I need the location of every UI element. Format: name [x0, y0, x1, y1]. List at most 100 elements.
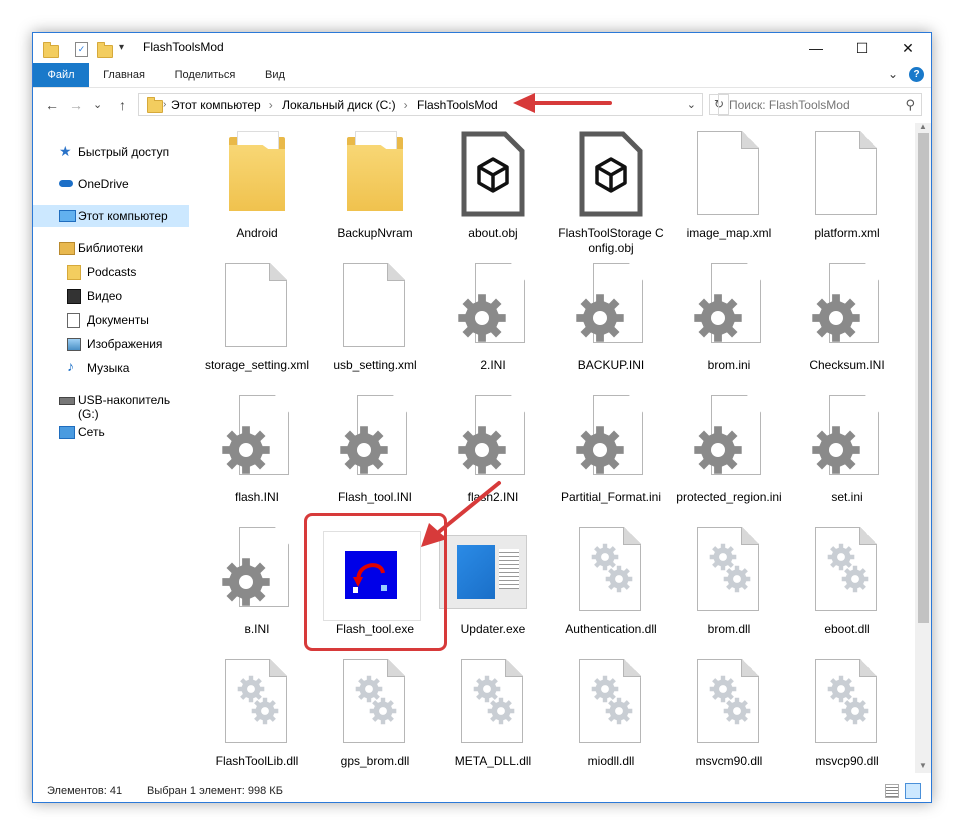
tab-file[interactable]: Файл	[33, 63, 89, 87]
document-icon	[343, 263, 407, 349]
settings-gear-icon	[812, 395, 879, 481]
tab-share[interactable]: Поделиться	[163, 63, 247, 87]
file-item-gps-brom-dll[interactable]: gps_brom.dll	[319, 651, 431, 773]
file-name-label: Authentication.dll	[565, 622, 657, 636]
file-item-eboot-dll[interactable]: eboot.dll	[791, 519, 903, 647]
file-item-meta-dll-dll[interactable]: META_DLL.dll	[437, 651, 549, 773]
settings-gear-icon	[694, 395, 761, 481]
file-name-label: brom.dll	[707, 622, 751, 636]
folder-icon	[67, 265, 81, 280]
back-button[interactable]: ←	[45, 97, 59, 113]
sidebar-item-pictures[interactable]: Изображения	[33, 333, 189, 355]
file-name-label: brom.ini	[707, 358, 751, 372]
annotation-arrow-icon	[421, 481, 501, 547]
sidebar-item-music[interactable]: ♪ Музыка	[33, 357, 189, 379]
file-item-partitial-format-ini[interactable]: Partitial_Format.ini	[555, 387, 667, 515]
file-item-flashtoolstorage-config-obj[interactable]: FlashToolStorage Config.obj	[555, 123, 667, 255]
up-button[interactable]: ↑	[119, 97, 126, 113]
sidebar-item-label: Podcasts	[87, 265, 137, 279]
search-input[interactable]	[727, 97, 901, 113]
large-icons-view-icon[interactable]	[905, 783, 921, 799]
sidebar-item-usb-drive[interactable]: USB-накопитель (G:)	[33, 389, 189, 421]
sidebar-item-network[interactable]: Сеть	[33, 421, 189, 443]
sidebar-item-libraries[interactable]: Библиотеки	[33, 237, 189, 259]
search-box[interactable]: ⚲	[718, 93, 922, 116]
settings-gear-icon	[340, 395, 407, 481]
file-item-ini[interactable]: в.INI	[201, 519, 313, 647]
help-icon[interactable]: ?	[909, 67, 924, 82]
file-item-platform-xml[interactable]: platform.xml	[791, 123, 903, 251]
file-name-label: eboot.dll	[824, 622, 870, 636]
file-item-authentication-dll[interactable]: Authentication.dll	[555, 519, 667, 647]
scrollbar-thumb[interactable]	[918, 133, 929, 623]
file-name-label: storage_setting.xml	[204, 358, 310, 372]
minimize-button[interactable]: —	[793, 33, 839, 63]
file-item-flashtoollib-dll[interactable]: FlashToolLib.dll	[201, 651, 313, 773]
file-item-backupnvram[interactable]: BackupNvram	[319, 123, 431, 251]
file-item-about-obj[interactable]: about.obj	[437, 123, 549, 251]
file-item-backup-ini[interactable]: BACKUP.INI	[555, 255, 667, 383]
tab-home[interactable]: Главная	[91, 63, 157, 87]
sidebar-item-this-pc[interactable]: Этот компьютер	[33, 205, 189, 227]
recent-locations-button[interactable]: ⌄	[93, 98, 102, 111]
sidebar-item-label: OneDrive	[78, 177, 129, 191]
file-item-2-ini[interactable]: 2.INI	[437, 255, 549, 383]
dll-gears-icon	[697, 527, 761, 613]
ribbon-collapse-icon[interactable]: ⌄	[888, 67, 898, 81]
computer-icon	[59, 210, 76, 222]
file-name-label: image_map.xml	[686, 226, 772, 240]
scroll-down-icon[interactable]: ▼	[919, 761, 927, 770]
new-folder-icon[interactable]	[97, 42, 113, 58]
address-bar[interactable]: › Этот компьютер › Локальный диск (C:) › F…	[138, 93, 703, 116]
tab-view[interactable]: Вид	[255, 63, 295, 87]
annotation-arrow-icon	[513, 93, 612, 113]
file-item-checksum-ini[interactable]: Checksum.INI	[791, 255, 903, 383]
maximize-button[interactable]: ☐	[839, 33, 885, 63]
sidebar-item-video[interactable]: Видео	[33, 285, 189, 307]
dll-gears-icon	[461, 659, 525, 745]
settings-gear-icon	[694, 263, 761, 349]
sidebar-item-quick-access[interactable]: ★ Быстрый доступ	[33, 141, 189, 163]
folder-icon	[147, 97, 163, 113]
file-name-label: BackupNvram	[337, 226, 413, 240]
properties-icon[interactable]: ✓	[75, 42, 88, 57]
file-item-protected-region-ini[interactable]: protected_region.ini	[673, 387, 785, 515]
file-item-miodll-dll[interactable]: miodll.dll	[555, 651, 667, 773]
sidebar-item-label: Библиотеки	[78, 241, 144, 255]
file-item-brom-ini[interactable]: brom.ini	[673, 255, 785, 383]
breadcrumb-this-pc[interactable]: Этот компьютер	[171, 98, 261, 112]
file-name-label: FlashToolStorage Config.obj	[558, 226, 664, 255]
sidebar-item-documents[interactable]: Документы	[33, 309, 189, 331]
breadcrumb-flashtoolsmod[interactable]: FlashToolsMod	[417, 98, 498, 112]
search-icon[interactable]: ⚲	[905, 97, 915, 113]
details-view-icon[interactable]	[885, 784, 899, 798]
scroll-up-icon[interactable]: ▲	[919, 122, 927, 131]
file-item-android[interactable]: Android	[201, 123, 313, 251]
sidebar-item-label: Документы	[87, 313, 149, 327]
file-item-msvcp90-dll[interactable]: msvcp90.dll	[791, 651, 903, 773]
breadcrumb-chevron-icon: ›	[163, 99, 167, 110]
cloud-icon	[59, 180, 73, 187]
sidebar-item-label: Изображения	[87, 337, 163, 351]
file-item-set-ini[interactable]: set.ini	[791, 387, 903, 515]
breadcrumb: Этот компьютер › Локальный диск (C:) › Fla…	[171, 98, 504, 112]
window-title: FlashToolsMod	[143, 40, 224, 54]
sidebar-item-onedrive[interactable]: OneDrive	[33, 173, 189, 195]
forward-button[interactable]: →	[69, 97, 83, 113]
vertical-scrollbar[interactable]: ▲ ▼	[915, 122, 931, 773]
close-button[interactable]: ✕	[885, 33, 931, 63]
breadcrumb-local-disk[interactable]: Локальный диск (C:)	[282, 98, 396, 112]
settings-gear-icon	[222, 527, 289, 613]
file-item-storage-setting-xml[interactable]: storage_setting.xml	[201, 255, 313, 383]
sidebar-item-podcasts[interactable]: Podcasts	[33, 261, 189, 283]
sidebar-item-label: Быстрый доступ	[78, 145, 170, 159]
file-item-brom-dll[interactable]: brom.dll	[673, 519, 785, 647]
file-item-msvcm90-dll[interactable]: msvcm90.dll	[673, 651, 785, 773]
address-dropdown-icon[interactable]: ⌄	[687, 98, 696, 111]
file-name-label: miodll.dll	[587, 754, 635, 768]
file-item-flash-ini[interactable]: flash.INI	[201, 387, 313, 515]
file-item-image-map-xml[interactable]: image_map.xml	[673, 123, 785, 251]
file-item-usb-setting-xml[interactable]: usb_setting.xml	[319, 255, 431, 383]
quick-access-dropdown-icon[interactable]: ▾	[119, 42, 124, 53]
star-icon: ★	[59, 143, 72, 159]
